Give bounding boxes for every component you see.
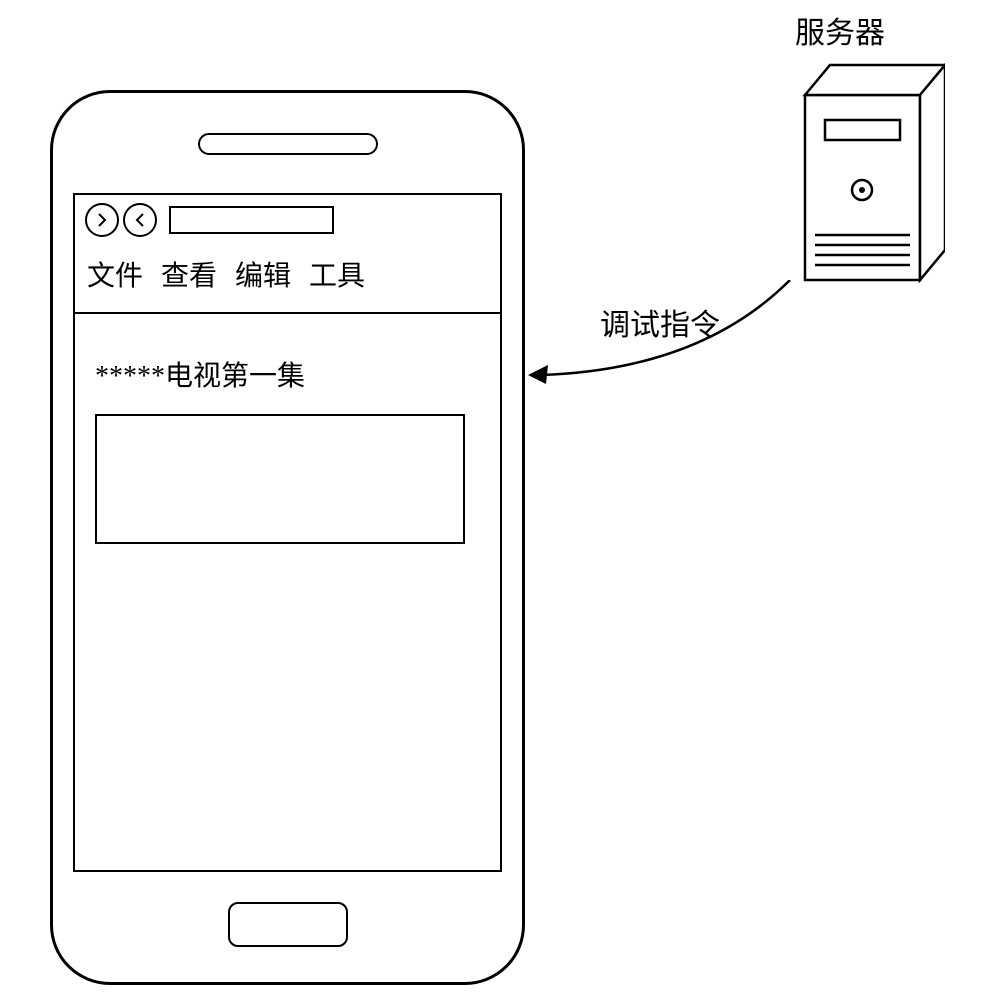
home-button[interactable] — [228, 902, 348, 947]
menu-file[interactable]: 文件 — [87, 254, 143, 294]
menu-edit[interactable]: 编辑 — [235, 254, 291, 294]
browser-toolbar — [75, 195, 500, 242]
server-icon — [790, 60, 945, 285]
phone-screen: 文件 查看 编辑 工具 *****电视第一集 — [73, 193, 502, 872]
arrow-label: 调试指令 — [600, 300, 720, 344]
forward-button[interactable] — [85, 203, 119, 237]
video-player[interactable] — [95, 414, 465, 544]
back-button[interactable] — [123, 203, 157, 237]
content-title: *****电视第一集 — [95, 354, 480, 394]
menu-tools[interactable]: 工具 — [309, 254, 365, 294]
menu-bar: 文件 查看 编辑 工具 — [75, 242, 500, 314]
phone-speaker — [198, 133, 378, 155]
server-label: 服务器 — [795, 8, 885, 52]
phone-device: 文件 查看 编辑 工具 *****电视第一集 — [50, 90, 525, 985]
menu-view[interactable]: 查看 — [161, 254, 217, 294]
url-bar[interactable] — [169, 206, 334, 234]
content-area: *****电视第一集 — [75, 314, 500, 564]
